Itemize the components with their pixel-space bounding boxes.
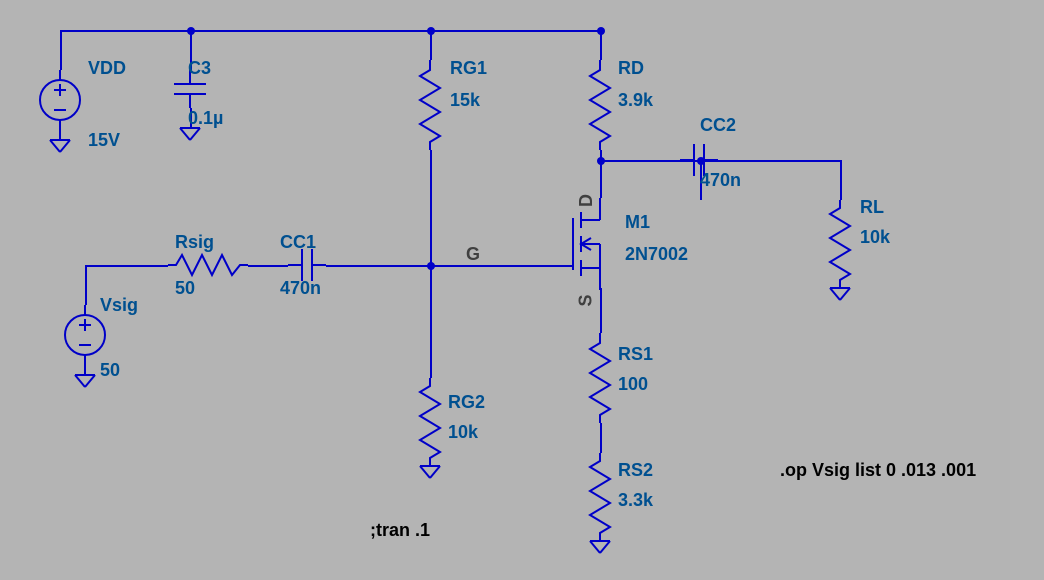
rs2-value: 3.3k	[618, 490, 653, 511]
rg1-name: RG1	[450, 58, 487, 79]
pin-g: G	[466, 244, 480, 265]
resistor-rg1	[418, 60, 442, 150]
vsig-value: 50	[100, 360, 120, 381]
c3-name: C3	[188, 58, 211, 79]
rsig-value: 50	[175, 278, 195, 299]
rs1-value: 100	[618, 374, 648, 395]
pin-d: D	[576, 194, 597, 207]
resistor-rs1	[588, 333, 612, 423]
resistor-rg2	[418, 378, 442, 478]
cc2-value: 470n	[700, 170, 741, 191]
c3-value: 0.1µ	[188, 108, 223, 129]
voltage-source-vsig	[65, 305, 105, 405]
resistor-rd	[588, 60, 612, 150]
rsig-name: Rsig	[175, 232, 214, 253]
rg2-name: RG2	[448, 392, 485, 413]
m1-name: M1	[625, 212, 650, 233]
rs2-name: RS2	[618, 460, 653, 481]
mosfet-m1	[555, 198, 615, 290]
rl-value: 10k	[860, 227, 890, 248]
rs1-name: RS1	[618, 344, 653, 365]
cc1-value: 470n	[280, 278, 321, 299]
directive-tran[interactable]: ;tran .1	[370, 520, 430, 541]
rl-name: RL	[860, 197, 884, 218]
rd-name: RD	[618, 58, 644, 79]
voltage-source-vdd	[40, 70, 80, 150]
cc2-name: CC2	[700, 115, 736, 136]
pin-s: S	[576, 294, 597, 306]
directive-op[interactable]: .op Vsig list 0 .013 .001	[780, 460, 976, 481]
resistor-rs2	[588, 453, 612, 553]
rg2-value: 10k	[448, 422, 478, 443]
m1-value: 2N7002	[625, 244, 688, 265]
vsig-name: Vsig	[100, 295, 138, 316]
vdd-value: 15V	[88, 130, 120, 151]
rg1-value: 15k	[450, 90, 480, 111]
resistor-rsig	[168, 253, 248, 277]
vdd-name: VDD	[88, 58, 126, 79]
rd-value: 3.9k	[618, 90, 653, 111]
cc1-name: CC1	[280, 232, 316, 253]
resistor-rl	[828, 200, 852, 300]
